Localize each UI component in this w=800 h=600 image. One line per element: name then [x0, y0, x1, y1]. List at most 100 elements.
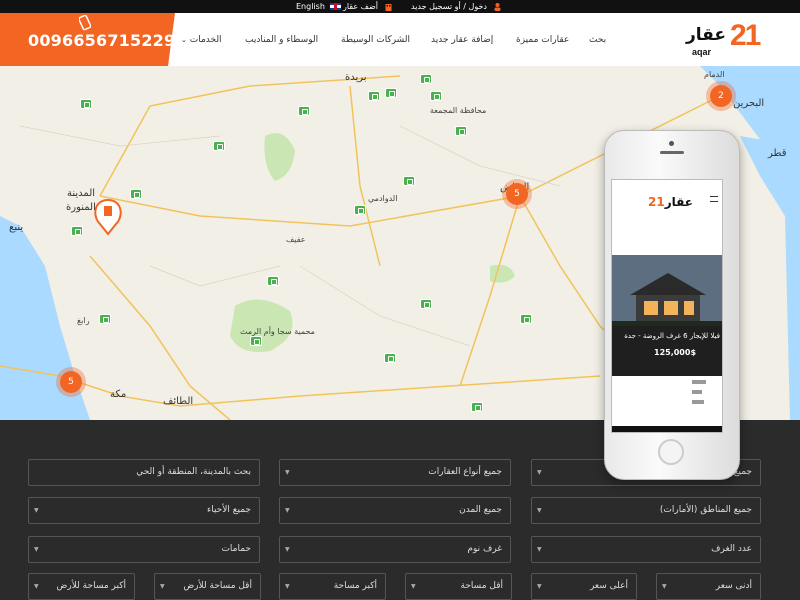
- phone-banner[interactable]: 00966567152292: [0, 13, 175, 66]
- place-label: الدمام: [704, 70, 725, 79]
- property-marker[interactable]: [71, 226, 83, 236]
- caret-down-icon: ▼: [34, 583, 39, 590]
- person-icon: [494, 2, 501, 11]
- property-marker[interactable]: [430, 91, 442, 101]
- nav-search[interactable]: بحث: [589, 35, 606, 45]
- screen-topbar: [612, 180, 722, 188]
- property-marker[interactable]: [420, 299, 432, 309]
- property-card[interactable]: فيلا للإيجار 6 غرف الروضة - جدة 125,000$: [612, 326, 722, 376]
- min-price-select[interactable]: أدنى سعر ▼: [656, 573, 761, 600]
- place-label: رابغ: [77, 316, 90, 325]
- phone-screen: عقار21 فيلا للإيجار 6 غرف الروضة - جدة 1…: [611, 179, 723, 433]
- site-logo[interactable]: عقار 21 aqar: [686, 19, 764, 59]
- caret-down-icon: ▼: [537, 583, 542, 590]
- caret-down-icon: ▼: [285, 469, 290, 476]
- place-label: بريدة: [345, 72, 367, 83]
- place-label: الدوادمي: [368, 194, 398, 203]
- property-type-select[interactable]: جميع أنواع العقارات ▼: [279, 459, 511, 486]
- cities-select-value: جميع المدن: [459, 505, 502, 515]
- location-pin: [94, 198, 122, 236]
- property-meta: [612, 376, 722, 416]
- property-type-value: جميع أنواع العقارات: [428, 467, 502, 477]
- language-label: English: [296, 2, 325, 11]
- property-marker[interactable]: [403, 176, 415, 186]
- login-label: دخول / أو تسجيل جديد: [411, 2, 487, 11]
- bedrooms-select[interactable]: غرف نوم ▼: [279, 536, 511, 563]
- hamburger-icon: [710, 196, 718, 202]
- place-label: مكة: [110, 389, 127, 400]
- property-marker[interactable]: [520, 314, 532, 324]
- top-bar: دخول / أو تسجيل جديد أضف عقار English: [0, 0, 800, 13]
- max-land-area-value: أكبر مساحة للأرض: [56, 581, 126, 591]
- property-marker[interactable]: [455, 126, 467, 136]
- property-marker[interactable]: [385, 88, 397, 98]
- rooms-select-value: عدد الغرف: [711, 544, 752, 554]
- map-cluster[interactable]: 2: [710, 85, 732, 107]
- location-search-input[interactable]: بحث بالمدينة، المنطقة أو الحي: [28, 459, 260, 486]
- map-cluster[interactable]: 5: [506, 183, 528, 205]
- nav-agencies[interactable]: الشركات الوسيطة: [341, 35, 410, 45]
- bathrooms-select-value: حمامات: [221, 544, 251, 554]
- caret-down-icon: ▼: [34, 507, 39, 514]
- caret-down-icon: ▼: [411, 583, 416, 590]
- place-label: عفيف: [286, 235, 306, 244]
- caret-down-icon: ▼: [285, 583, 290, 590]
- cities-select[interactable]: جميع المدن ▼: [279, 497, 511, 524]
- nav-featured[interactable]: عقارات مميزة: [516, 35, 569, 45]
- caret-down-icon: ▼: [34, 546, 39, 553]
- building-icon: [385, 3, 392, 11]
- max-price-select[interactable]: أعلى سعر ▼: [531, 573, 637, 600]
- max-area-value: أكبر مساحة: [333, 581, 377, 591]
- property-marker[interactable]: [99, 314, 111, 324]
- max-area-select[interactable]: أكبر مساحة ▼: [279, 573, 386, 600]
- max-land-area-select[interactable]: أكبر مساحة للأرض ▼: [28, 573, 135, 600]
- min-area-value: أقل مساحة: [460, 581, 503, 591]
- property-marker[interactable]: [130, 189, 142, 199]
- logo-arabic: عقار: [686, 25, 727, 45]
- region-select[interactable]: جميع المناطق (الأمارات) ▼: [531, 497, 761, 524]
- caret-down-icon: ▼: [537, 546, 542, 553]
- property-marker[interactable]: [354, 205, 366, 215]
- main-header: 00966567152292 بحث عقارات مميزة إضافة عق…: [0, 13, 800, 66]
- min-price-value: أدنى سعر: [715, 581, 752, 591]
- phone-number: 00966567152292: [28, 31, 187, 50]
- property-photo: [612, 255, 722, 326]
- caret-down-icon: ▼: [537, 507, 542, 514]
- bedrooms-select-value: غرف نوم: [467, 544, 502, 554]
- rooms-select[interactable]: عدد الغرف ▼: [531, 536, 761, 563]
- nav-services[interactable]: الخدمات ⌄: [181, 35, 222, 45]
- add-property-link[interactable]: أضف عقار: [343, 0, 392, 13]
- logo-number: 21: [730, 19, 761, 52]
- phone-mockup: عقار21 فيلا للإيجار 6 غرف الروضة - جدة 1…: [604, 130, 740, 480]
- district-select[interactable]: جميع الأحياء ▼: [28, 497, 260, 524]
- place-label: قطر: [768, 148, 787, 159]
- login-link[interactable]: دخول / أو تسجيل جديد: [411, 0, 501, 13]
- property-marker[interactable]: [384, 353, 396, 363]
- min-area-select[interactable]: أقل مساحة ▼: [405, 573, 512, 600]
- property-marker[interactable]: [298, 106, 310, 116]
- villa-image: [612, 255, 722, 326]
- add-property-label: أضف عقار: [343, 2, 378, 11]
- property-marker[interactable]: [80, 99, 92, 109]
- caret-down-icon: ▼: [537, 469, 542, 476]
- chevron-down-icon: ⌄: [181, 36, 187, 44]
- bathrooms-select[interactable]: حمامات ▼: [28, 536, 260, 563]
- map-cluster[interactable]: 5: [60, 371, 82, 393]
- language-switch[interactable]: English: [296, 0, 342, 13]
- property-marker[interactable]: [368, 91, 380, 101]
- nav-services-label: الخدمات: [189, 35, 222, 45]
- nav-agents[interactable]: الوسطاء و المناديب: [245, 35, 318, 45]
- nav-add-property[interactable]: إضافة عقار جديد: [431, 35, 493, 45]
- property-marker[interactable]: [213, 141, 225, 151]
- property-title: فيلا للإيجار 6 غرف الروضة - جدة: [624, 332, 720, 340]
- property-marker[interactable]: [267, 276, 279, 286]
- phone-icon: [79, 15, 91, 31]
- property-marker[interactable]: [420, 74, 432, 84]
- camera-dot: [669, 141, 674, 146]
- place-label: البحرين: [733, 98, 765, 109]
- min-land-area-select[interactable]: أقل مساحة للأرض ▼: [154, 573, 261, 600]
- property-marker[interactable]: [471, 402, 483, 412]
- speaker-slot: [660, 151, 684, 154]
- property-marker[interactable]: [250, 336, 262, 346]
- screen-bottom-bar: [612, 426, 722, 432]
